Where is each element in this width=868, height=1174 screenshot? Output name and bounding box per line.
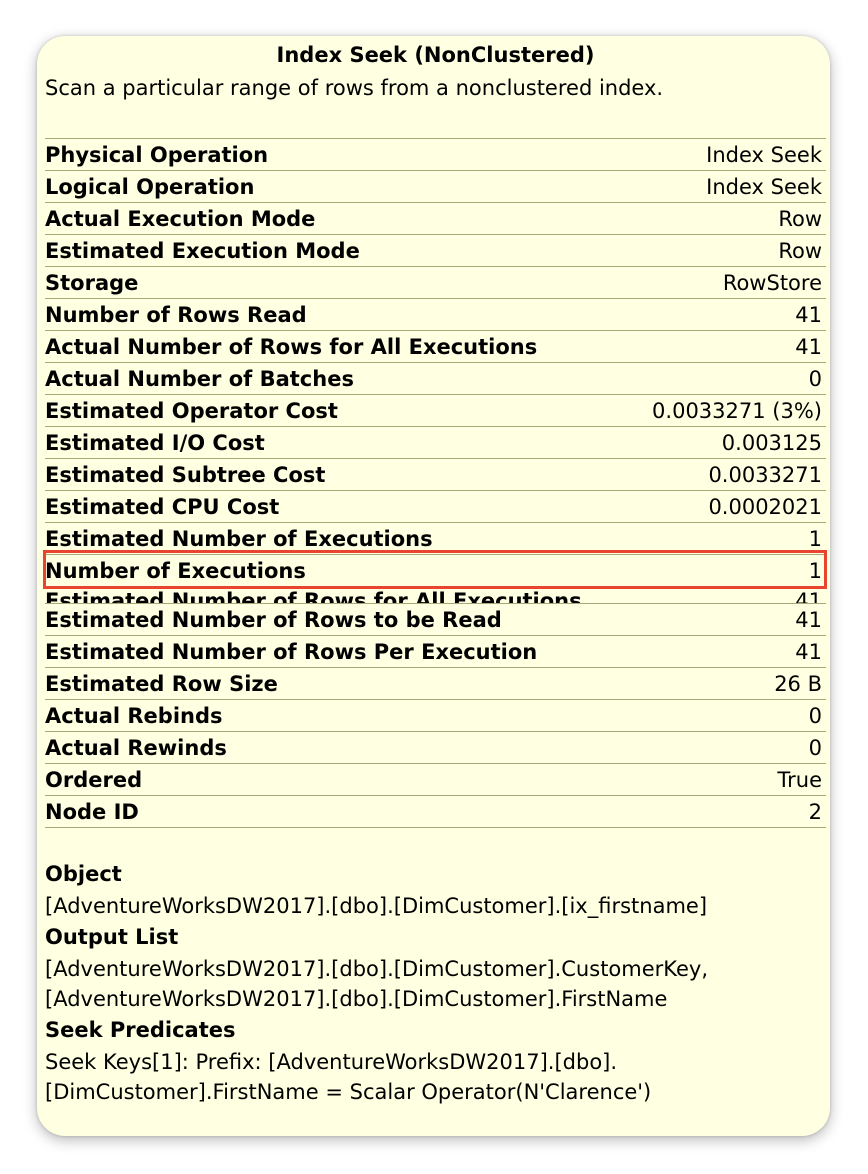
property-name: Logical Operation	[45, 174, 255, 199]
property-name: Estimated Row Size	[45, 671, 278, 696]
property-name: Estimated Number of Executions	[45, 526, 433, 551]
property-value: True	[777, 767, 822, 792]
object-title: Object	[45, 862, 122, 886]
property-row-estimated-rows-per-execution: Estimated Number of Rows Per Execution 4…	[45, 636, 826, 668]
output-list-title: Output List	[45, 925, 179, 949]
property-row-estimated-io-cost: Estimated I/O Cost 0.003125	[45, 427, 826, 459]
property-row-node-id: Node ID 2	[45, 796, 826, 828]
properties-table: Physical Operation Index Seek Logical Op…	[45, 138, 826, 828]
property-value: 0	[808, 735, 822, 760]
property-row-logical-operation: Logical Operation Index Seek	[45, 171, 826, 203]
property-value: 41	[795, 589, 822, 604]
property-name: Estimated Number of Rows Per Execution	[45, 639, 538, 664]
property-name: Estimated Execution Mode	[45, 238, 360, 263]
property-row-estimated-row-size: Estimated Row Size 26 B	[45, 668, 826, 700]
property-row-estimated-execution-mode: Estimated Execution Mode Row	[45, 235, 826, 267]
property-name: Estimated Number of Rows for All Executi…	[45, 589, 582, 604]
property-row-ordered: Ordered True	[45, 764, 826, 796]
property-value: 26 B	[774, 671, 822, 696]
seek-predicates-title: Seek Predicates	[45, 1018, 236, 1042]
property-value: Row	[778, 238, 822, 263]
property-value: 0	[808, 703, 822, 728]
operator-description: Scan a particular range of rows from a n…	[45, 76, 664, 100]
property-row-estimated-cpu-cost: Estimated CPU Cost 0.0002021	[45, 491, 826, 523]
property-value: 0.0033271 (3%)	[652, 398, 822, 423]
property-name: Actual Number of Batches	[45, 366, 354, 391]
property-row-physical-operation: Physical Operation Index Seek	[45, 139, 826, 171]
property-value: Row	[778, 206, 822, 231]
property-row-actual-number-of-batches: Actual Number of Batches 0	[45, 363, 826, 395]
property-row-actual-execution-mode: Actual Execution Mode Row	[45, 203, 826, 235]
property-value: 2	[808, 799, 822, 824]
output-list-line: [AdventureWorksDW2017].[dbo].[DimCustome…	[45, 987, 668, 1011]
property-value: 0.003125	[721, 430, 822, 455]
object-value: [AdventureWorksDW2017].[dbo].[DimCustome…	[45, 894, 708, 918]
property-name: Estimated CPU Cost	[45, 494, 280, 519]
property-name: Actual Rewinds	[45, 735, 227, 760]
property-value: 41	[795, 302, 822, 327]
property-value: 41	[795, 607, 822, 632]
property-value: Index Seek	[706, 142, 822, 167]
property-name: Node ID	[45, 799, 139, 824]
property-row-estimated-rows-to-be-read: Estimated Number of Rows to be Read 41	[45, 604, 826, 636]
property-value: RowStore	[722, 270, 822, 295]
property-name: Ordered	[45, 767, 143, 792]
property-row-estimated-subtree-cost: Estimated Subtree Cost 0.0033271	[45, 459, 826, 491]
output-list-line: [AdventureWorksDW2017].[dbo].[DimCustome…	[45, 957, 709, 981]
property-name: Estimated I/O Cost	[45, 430, 265, 455]
property-name: Actual Rebinds	[45, 703, 223, 728]
seek-predicates-line: [DimCustomer].FirstName = Scalar Operato…	[45, 1080, 652, 1104]
property-row-estimated-operator-cost: Estimated Operator Cost 0.0033271 (3%)	[45, 395, 826, 427]
property-value: 41	[795, 334, 822, 359]
property-name: Actual Execution Mode	[45, 206, 316, 231]
property-row-storage: Storage RowStore	[45, 267, 826, 299]
object-section: Object [AdventureWorksDW2017].[dbo].[Dim…	[45, 858, 826, 1107]
property-value: 0	[808, 366, 822, 391]
property-value: Index Seek	[706, 174, 822, 199]
property-name: Estimated Subtree Cost	[45, 462, 326, 487]
property-value: 41	[795, 639, 822, 664]
operator-title: Index Seek (NonClustered)	[276, 43, 595, 67]
highlight-box-number-of-executions	[43, 550, 827, 589]
property-row-actual-rebinds: Actual Rebinds 0	[45, 700, 826, 732]
property-row-number-of-rows-read: Number of Rows Read 41	[45, 299, 826, 331]
property-name: Number of Rows Read	[45, 302, 307, 327]
property-value: 1	[808, 526, 822, 551]
property-name: Estimated Number of Rows to be Read	[45, 607, 502, 632]
property-row-actual-rewinds: Actual Rewinds 0	[45, 732, 826, 764]
seek-predicates-line: Seek Keys[1]: Prefix: [AdventureWorksDW2…	[45, 1050, 618, 1074]
property-name: Storage	[45, 270, 139, 295]
property-row-actual-rows-all-executions: Actual Number of Rows for All Executions…	[45, 331, 826, 363]
property-name: Physical Operation	[45, 142, 269, 167]
property-value: 0.0033271	[708, 462, 822, 487]
property-name: Actual Number of Rows for All Executions	[45, 334, 538, 359]
property-row-estimated-rows-all-executions: Estimated Number of Rows for All Executi…	[45, 587, 826, 604]
property-value: 0.0002021	[708, 494, 822, 519]
property-name: Estimated Operator Cost	[45, 398, 338, 423]
